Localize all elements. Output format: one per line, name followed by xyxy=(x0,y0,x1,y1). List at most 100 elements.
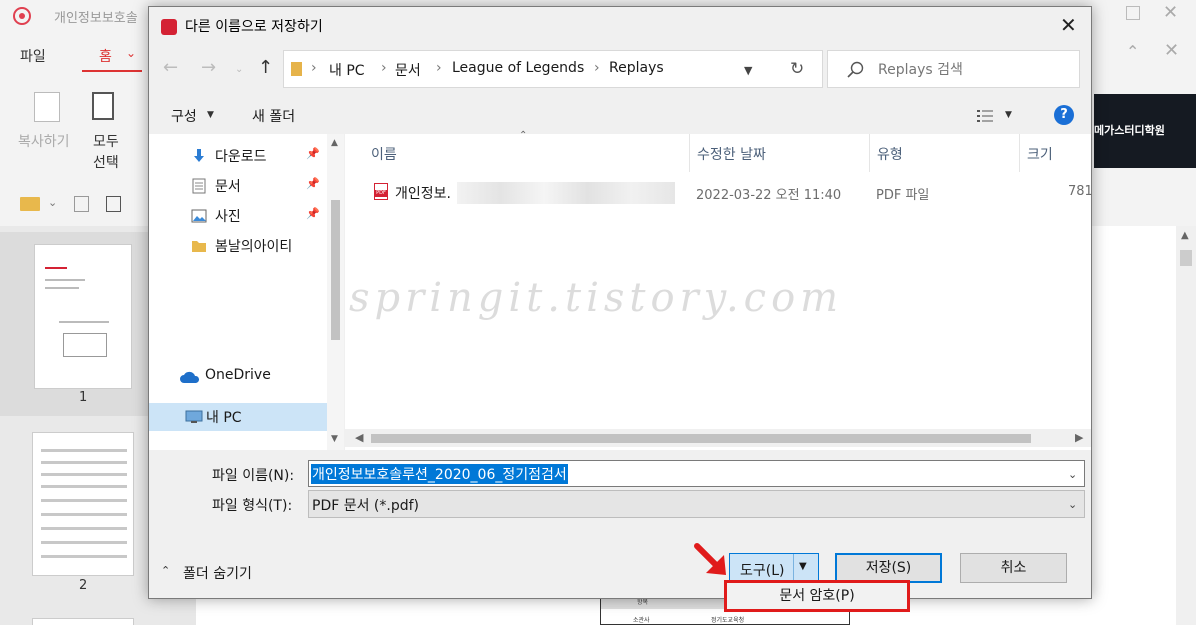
nav-item-pictures[interactable]: 사진 📌 xyxy=(149,202,329,230)
breadcrumb-item[interactable]: 문서 xyxy=(395,60,421,80)
scroll-thumb[interactable] xyxy=(371,434,1031,443)
open-folder-icon[interactable] xyxy=(20,197,40,211)
pin-icon[interactable]: 📌 xyxy=(306,147,320,160)
maximize-icon[interactable] xyxy=(1126,6,1140,20)
breadcrumb-separator: › xyxy=(436,60,442,76)
chevron-down-icon[interactable]: ⌄ xyxy=(235,64,243,75)
save-as-icon[interactable] xyxy=(106,196,121,212)
copy-button-label[interactable]: 복사하기 xyxy=(18,131,70,151)
scroll-thumb[interactable] xyxy=(331,200,340,340)
thumbnail-page-number: 2 xyxy=(79,578,88,593)
cloud-icon xyxy=(180,371,200,383)
close-document-icon[interactable]: ✕ xyxy=(1164,40,1179,61)
select-all-icon[interactable] xyxy=(92,92,114,120)
file-size: 781 xyxy=(1068,184,1093,199)
chevron-down-icon[interactable]: ▼ xyxy=(207,110,214,120)
close-icon[interactable] xyxy=(1060,13,1077,37)
document-scrollbar[interactable] xyxy=(1176,226,1196,625)
pin-icon[interactable]: 📌 xyxy=(306,177,320,190)
column-separator[interactable] xyxy=(869,134,870,172)
breadcrumb-item[interactable]: Replays xyxy=(609,60,664,76)
menu-item-document-password[interactable]: 문서 암호(P) xyxy=(724,580,910,612)
cancel-button[interactable]: 취소 xyxy=(960,553,1067,583)
sort-indicator-icon: ⌃ xyxy=(519,130,528,141)
close-icon[interactable]: ✕ xyxy=(1163,2,1178,23)
column-separator[interactable] xyxy=(689,134,690,172)
chevron-down-icon[interactable]: ▼ xyxy=(1005,110,1012,120)
up-arrow-icon[interactable]: ↑ xyxy=(258,57,273,78)
hide-folders-toggle[interactable]: ⌃ 폴더 숨기기 xyxy=(161,562,271,586)
new-folder-button[interactable]: 새 폴더 xyxy=(252,106,295,126)
chevron-down-icon[interactable]: ⌄ xyxy=(48,196,57,209)
pin-icon[interactable]: 📌 xyxy=(306,207,320,220)
hide-folders-label: 폴더 숨기기 xyxy=(183,566,252,582)
picture-icon xyxy=(191,209,207,223)
nav-item-this-pc[interactable]: 내 PC xyxy=(149,403,327,431)
search-input[interactable] xyxy=(878,59,1068,81)
nav-item-downloads[interactable]: 다운로드 📌 xyxy=(149,142,329,170)
page-thumbnail[interactable] xyxy=(32,618,134,625)
nav-item-documents[interactable]: 문서 📌 xyxy=(149,172,329,200)
page-thumbnail[interactable] xyxy=(32,432,134,576)
menu-home[interactable]: 홈 xyxy=(99,46,112,66)
navigation-pane: 다운로드 📌 문서 📌 사진 📌 봄날의아이티 OneDrive 내 PC ▲ … xyxy=(149,134,344,450)
breadcrumb-item[interactable]: 내 PC xyxy=(329,60,365,80)
file-list-hscrollbar[interactable]: ◀ ▶ xyxy=(345,429,1091,447)
scroll-up-icon[interactable]: ▲ xyxy=(331,138,338,148)
nav-scrollbar[interactable]: ▲ ▼ xyxy=(327,134,344,450)
folder-icon xyxy=(192,241,206,252)
scroll-down-icon[interactable]: ▼ xyxy=(331,434,338,444)
chevron-down-icon[interactable]: ▼ xyxy=(744,64,752,77)
computer-icon xyxy=(185,410,203,423)
app-title: 개인정보보호솔 xyxy=(54,11,138,26)
chevron-down-icon[interactable]: ⌄ xyxy=(1068,468,1077,481)
breadcrumb-item[interactable]: League of Legends xyxy=(452,60,584,76)
column-header-type[interactable]: 유형 xyxy=(877,144,903,164)
page-thumbnail[interactable] xyxy=(34,244,132,389)
view-options-icon[interactable] xyxy=(977,109,993,123)
back-arrow-icon[interactable]: ← xyxy=(163,57,178,78)
scroll-left-icon[interactable]: ◀ xyxy=(355,431,363,444)
filename-field[interactable]: 개인정보보호솔루션_2020_06_정기점검서 ⌄ xyxy=(308,460,1085,487)
filetype-select[interactable]: PDF 문서 (*.pdf) ⌄ xyxy=(308,490,1085,518)
chevron-down-icon[interactable]: ▼ xyxy=(799,561,807,572)
download-arrow-icon xyxy=(194,149,204,162)
select-all-label-line2[interactable]: 선택 xyxy=(93,152,119,172)
breadcrumb-separator: › xyxy=(381,60,387,76)
column-header-size[interactable]: 크기 xyxy=(1027,144,1053,164)
search-icon xyxy=(847,61,864,78)
copy-icon[interactable] xyxy=(34,92,60,122)
organize-button[interactable]: 구성 xyxy=(171,106,197,126)
tools-button-label: 도구(L) xyxy=(740,563,785,579)
filename-value[interactable]: 개인정보보호솔루션_2020_06_정기점검서 xyxy=(311,464,568,484)
scroll-up-icon[interactable]: ▲ xyxy=(1181,230,1189,241)
chevron-down-icon[interactable]: ⌄ xyxy=(1068,498,1077,511)
scroll-right-icon[interactable]: ▶ xyxy=(1075,431,1083,444)
annotation-arrow-icon xyxy=(694,543,726,575)
save-icon[interactable] xyxy=(74,196,89,212)
help-icon[interactable]: ? xyxy=(1054,105,1074,125)
nav-item-onedrive[interactable]: OneDrive xyxy=(149,363,329,391)
column-header-name[interactable]: 이름 xyxy=(371,144,397,164)
save-button[interactable]: 저장(S) xyxy=(835,553,942,583)
address-bar[interactable]: › 내 PC › 문서 › League of Legends › Replay… xyxy=(283,50,823,88)
column-separator[interactable] xyxy=(1019,134,1020,172)
thumbnail-page-number: 1 xyxy=(79,390,88,405)
active-tab-underline xyxy=(82,70,142,72)
file-type: PDF 파일 xyxy=(876,188,930,203)
select-all-label-line1[interactable]: 모두 xyxy=(93,131,119,151)
table-row[interactable]: 개인정보. 2022-03-22 오전 11:40 PDF 파일 781 xyxy=(361,180,1093,206)
collapse-ribbon-icon[interactable]: ⌃ xyxy=(1126,42,1139,61)
split-divider xyxy=(793,554,794,582)
filetype-value: PDF 문서 (*.pdf) xyxy=(312,498,420,514)
scroll-thumb[interactable] xyxy=(1180,250,1192,266)
search-box[interactable] xyxy=(827,50,1080,88)
nav-item-folder[interactable]: 봄날의아이티 xyxy=(149,232,329,260)
tools-button[interactable]: 도구(L) ▼ xyxy=(729,553,819,583)
menu-file[interactable]: 파일 xyxy=(20,46,46,66)
forward-arrow-icon[interactable]: → xyxy=(201,57,216,78)
chevron-down-icon[interactable]: ⌄ xyxy=(126,46,136,60)
refresh-icon[interactable]: ↻ xyxy=(790,59,804,79)
column-header-date[interactable]: 수정한 날짜 xyxy=(697,144,766,164)
file-date: 2022-03-22 오전 11:40 xyxy=(696,188,842,203)
